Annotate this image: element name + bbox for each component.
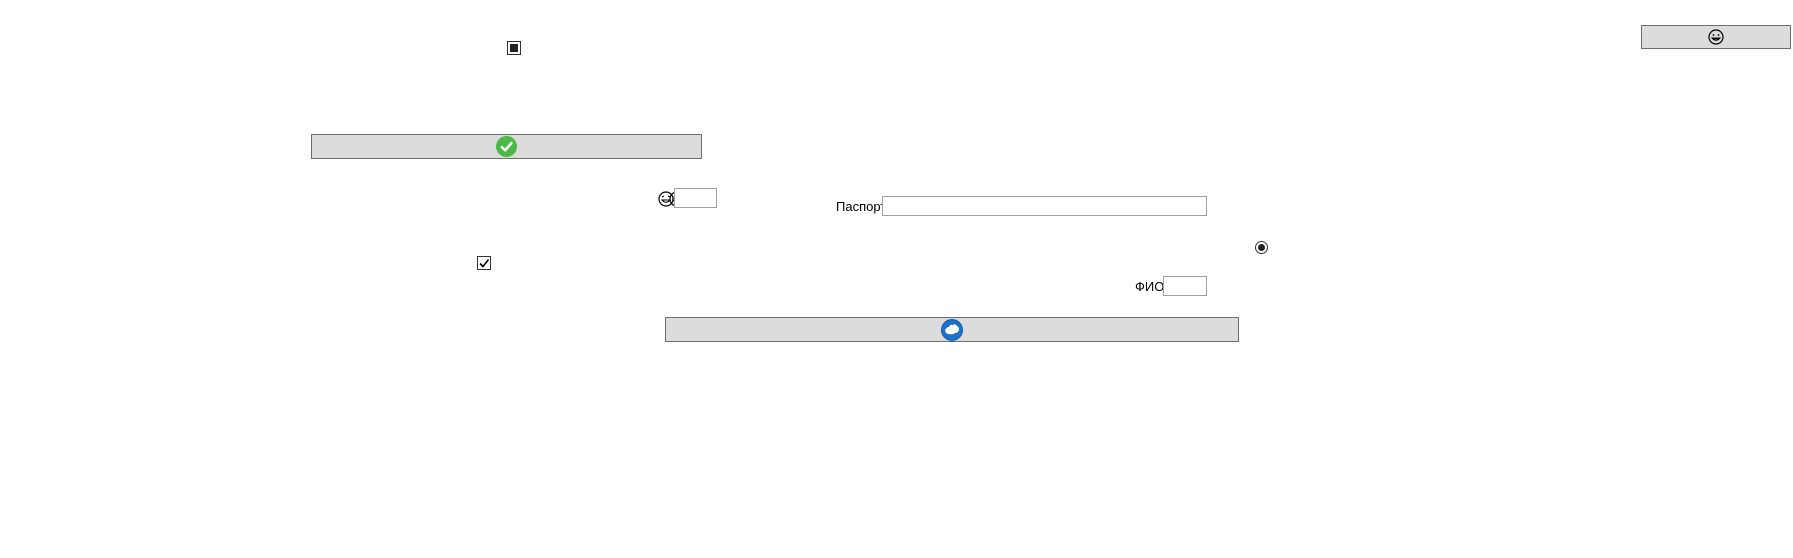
passport-label: Паспорт bbox=[836, 199, 887, 214]
confirm-button[interactable] bbox=[311, 134, 702, 159]
grinning-face-icon bbox=[1708, 29, 1724, 45]
blue-globe-icon bbox=[941, 318, 963, 341]
indeterminate-checkbox[interactable] bbox=[507, 41, 521, 55]
small-input[interactable] bbox=[674, 188, 717, 208]
globe-button[interactable] bbox=[665, 317, 1239, 342]
radio-button[interactable] bbox=[1255, 241, 1268, 254]
radio-dot bbox=[1258, 244, 1265, 251]
fio-label: ФИО bbox=[1135, 279, 1165, 294]
checked-checkbox[interactable] bbox=[477, 256, 491, 270]
laughing-face-icon bbox=[658, 191, 674, 207]
passport-input[interactable] bbox=[882, 196, 1207, 216]
green-checkmark-icon bbox=[496, 136, 517, 157]
checkmark-icon bbox=[479, 259, 490, 268]
indeterminate-mark bbox=[510, 44, 518, 52]
top-right-emoji-button[interactable] bbox=[1641, 25, 1791, 49]
fio-input[interactable] bbox=[1163, 276, 1207, 296]
